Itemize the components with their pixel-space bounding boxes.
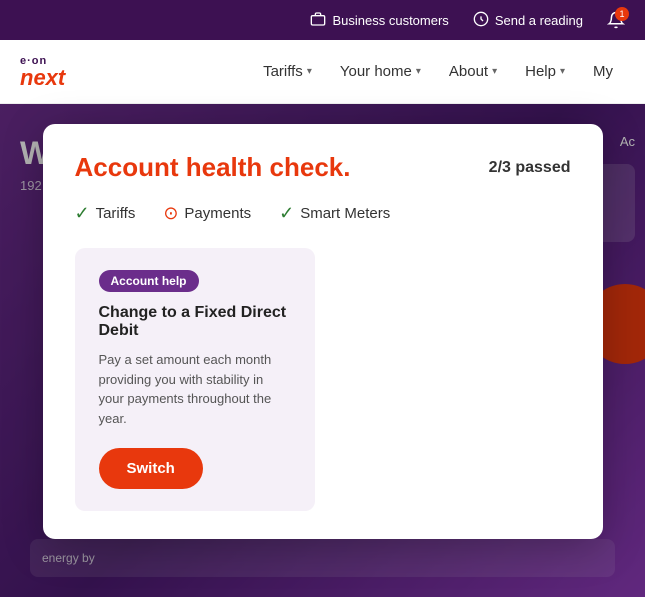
your-home-chevron-icon: ▾ [416,66,421,77]
nav-items: Tariffs ▾ Your home ▾ About ▾ Help ▾ My [251,55,625,88]
tariffs-chevron-icon: ▾ [307,66,312,77]
check-payments: ⊙ Payments [163,203,251,224]
about-chevron-icon: ▾ [492,66,497,77]
health-check-modal: Account health check. 2/3 passed ✓ Tarif… [43,124,603,539]
utility-bar: Business customers Send a reading 1 [0,0,645,40]
switch-button[interactable]: Switch [99,448,203,489]
meter-icon [473,11,489,30]
main-nav: e·on next Tariffs ▾ Your home ▾ About ▾ … [0,40,645,104]
smart-meters-check-pass-icon: ✓ [279,203,294,224]
nav-my[interactable]: My [581,55,625,88]
help-label: Help [525,63,556,80]
logo-next-text: next [20,67,65,89]
check-tariffs: ✓ Tariffs [75,203,136,224]
help-card-title: Change to a Fixed Direct Debit [99,304,291,340]
nav-about[interactable]: About ▾ [437,55,509,88]
account-help-card: Account help Change to a Fixed Direct De… [75,248,315,511]
check-smart-meters: ✓ Smart Meters [279,203,390,224]
account-help-tag: Account help [99,270,199,292]
nav-tariffs[interactable]: Tariffs ▾ [251,55,324,88]
notification-icon: 1 [607,11,625,29]
help-chevron-icon: ▾ [560,66,565,77]
briefcase-icon [310,11,326,30]
check-tariffs-label: Tariffs [96,205,136,222]
tariffs-check-pass-icon: ✓ [75,203,90,224]
modal-overlay: Account health check. 2/3 passed ✓ Tarif… [0,104,645,597]
nav-help[interactable]: Help ▾ [513,55,577,88]
nav-your-home[interactable]: Your home ▾ [328,55,433,88]
tariffs-label: Tariffs [263,63,303,80]
health-checks-list: ✓ Tariffs ⊙ Payments ✓ Smart Meters [75,203,571,224]
about-label: About [449,63,488,80]
business-customers-label: Business customers [332,13,448,28]
notification-count: 1 [615,7,629,21]
your-home-label: Your home [340,63,412,80]
check-smart-meters-label: Smart Meters [300,205,390,222]
check-payments-label: Payments [184,205,251,222]
notifications-link[interactable]: 1 [607,11,625,29]
passed-badge: 2/3 passed [489,159,571,177]
business-customers-link[interactable]: Business customers [310,11,448,30]
my-label: My [593,63,613,80]
send-reading-link[interactable]: Send a reading [473,11,583,30]
modal-title: Account health check. [75,152,351,183]
send-reading-label: Send a reading [495,13,583,28]
modal-header: Account health check. 2/3 passed [75,152,571,183]
help-card-desc: Pay a set amount each month providing yo… [99,350,291,428]
logo[interactable]: e·on next [20,55,65,89]
payments-check-warn-icon: ⊙ [163,203,178,224]
